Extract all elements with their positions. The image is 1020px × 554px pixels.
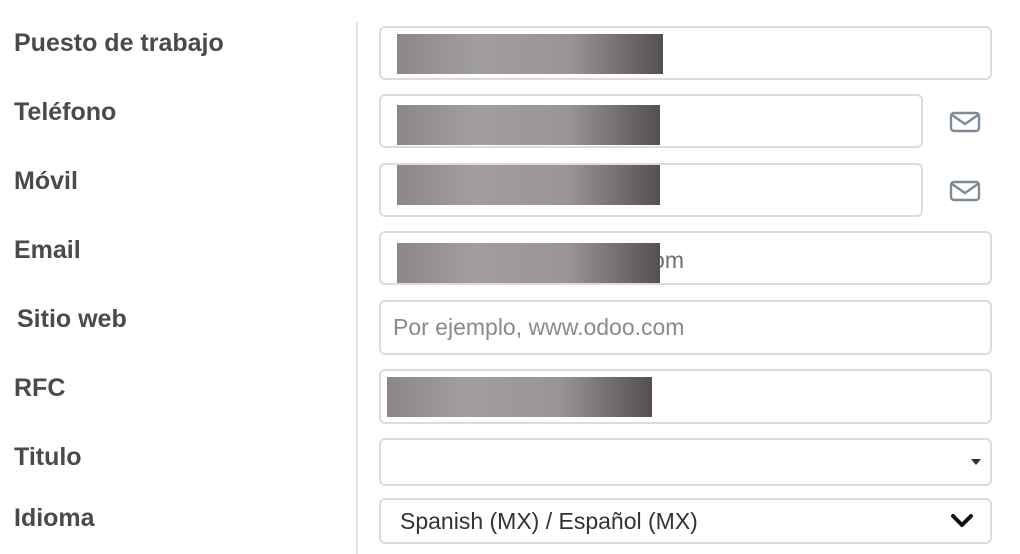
idioma-select[interactable]: Spanish (MX) / Español (MX) [379,498,992,544]
telefono-field[interactable] [379,94,923,148]
label-titulo: Titulo [14,443,82,471]
caret-down-icon [971,459,981,465]
titulo-select[interactable] [379,438,992,486]
movil-field[interactable] [379,163,923,217]
label-rfc: RFC [14,374,66,402]
label-email: Email [14,236,81,264]
label-idioma: Idioma [14,504,95,532]
column-divider [356,22,358,554]
label-telefono: Teléfono [14,98,117,126]
puesto-de-trabajo-field[interactable] [379,26,992,80]
label-puesto-de-trabajo: Puesto de trabajo [14,29,224,57]
label-sitio-web: Sitio web [17,305,127,333]
envelope-icon [949,180,981,202]
envelope-icon [949,111,981,133]
idioma-selected-value: Spanish (MX) / Español (MX) [400,507,698,534]
email-field[interactable] [379,231,992,285]
sitio-web-input[interactable] [379,300,992,355]
rfc-field[interactable] [379,369,992,424]
chevron-down-icon [951,514,973,527]
movil-send-sms-button[interactable] [946,175,984,207]
telefono-send-sms-button[interactable] [946,106,984,138]
label-movil: Móvil [14,167,78,195]
